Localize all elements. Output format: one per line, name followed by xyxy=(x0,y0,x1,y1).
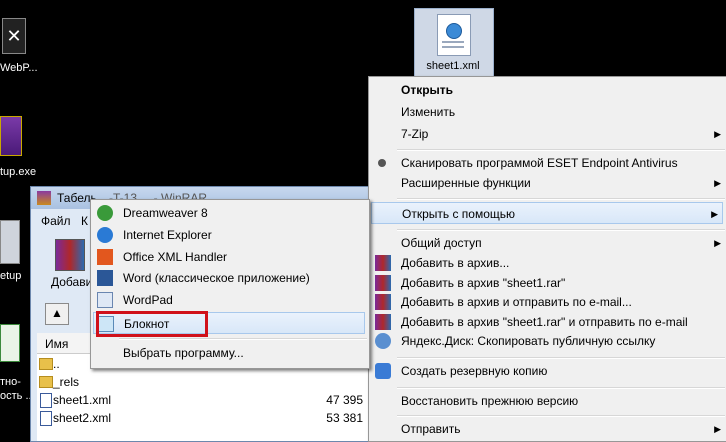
menu-item-open[interactable]: Открыть xyxy=(369,79,725,101)
open-with-dreamweaver[interactable]: Dreamweaver 8 xyxy=(91,202,367,224)
desktop-icon-4[interactable]: тно- ость ... xyxy=(0,320,35,408)
open-with-internet-explorer[interactable]: Internet Explorer xyxy=(91,224,367,246)
menu-item-label: Создать резервную копию xyxy=(401,364,548,378)
file-name: _rels xyxy=(53,375,80,389)
file-row[interactable]: _rels xyxy=(37,373,371,391)
internet-explorer-icon xyxy=(97,227,113,243)
xml-file-icon xyxy=(40,393,52,408)
winrar-icon xyxy=(37,191,51,205)
winrar-books-icon xyxy=(55,239,85,271)
add-button[interactable]: Добави xyxy=(39,237,95,293)
menu-item-7zip[interactable]: 7-Zip ▶ xyxy=(369,123,725,145)
menu-file[interactable]: Файл xyxy=(41,214,71,228)
winrar-icon xyxy=(375,314,391,330)
file-row[interactable]: sheet1.xml 47 395 xyxy=(37,391,371,409)
file-row[interactable]: sheet2.xml 53 381 xyxy=(37,409,371,427)
winrar-icon xyxy=(375,294,391,310)
folder-icon xyxy=(39,358,53,370)
menu-item-label: Общий доступ xyxy=(401,236,482,250)
menu-item-label: Яндекс.Диск: Скопировать публичную ссылк… xyxy=(401,334,656,348)
context-menu: Открыть Изменить 7-Zip ▶ Сканировать прог… xyxy=(368,76,726,442)
spreadsheet-icon xyxy=(0,324,20,362)
xml-file-icon xyxy=(40,411,52,426)
add-button-label: Добави xyxy=(51,275,93,289)
winrar-icon xyxy=(375,275,391,291)
menu-item-label: Добавить в архив... xyxy=(401,256,510,270)
menu-item-label: Изменить xyxy=(401,105,456,119)
desktop-icon-label: WebP... xyxy=(0,62,38,74)
submenu-arrow-icon: ▶ xyxy=(714,424,721,434)
dreamweaver-icon xyxy=(97,205,113,221)
menu-item-label: Расширенные функции xyxy=(401,176,531,190)
desktop-icon-label: etup xyxy=(0,270,22,282)
file-size: 53 381 xyxy=(326,411,363,425)
menu-item-edit[interactable]: Изменить xyxy=(369,101,725,123)
desktop-icon-2[interactable]: tup.exe xyxy=(0,112,37,184)
submenu-arrow-icon: ▶ xyxy=(714,238,721,248)
open-with-word[interactable]: Word (классическое приложение) xyxy=(91,267,367,289)
menu-item-label: Office XML Handler xyxy=(123,250,228,264)
eset-icon xyxy=(378,159,386,167)
menu-item-label: Отправить xyxy=(401,422,461,436)
menu-item-label: Internet Explorer xyxy=(123,228,212,242)
desktop-icon-label: тно- xyxy=(0,376,21,388)
desktop-icon-1[interactable]: ✕ WebP... xyxy=(0,12,38,82)
submenu-arrow-icon: ▶ xyxy=(714,129,721,139)
desktop-icon-label: tup.exe xyxy=(0,166,37,178)
open-with-submenu: Dreamweaver 8 Internet Explorer Office X… xyxy=(90,199,370,369)
file-size: 47 395 xyxy=(326,393,363,407)
setup-icon xyxy=(0,220,20,264)
menu-item-eset-scan[interactable]: Сканировать программой ESET Endpoint Ant… xyxy=(369,152,725,174)
menu-item-restore-version[interactable]: Восстановить прежнюю версию xyxy=(369,390,725,412)
menu-item-open-with[interactable]: Открыть с помощью ▶ xyxy=(371,202,723,224)
arrow-up-icon: ▲ xyxy=(51,306,63,320)
open-with-wordpad[interactable]: WordPad xyxy=(91,289,367,311)
menu-item-advanced[interactable]: Расширенные функции ▶ xyxy=(369,172,725,194)
highlight-box xyxy=(96,311,208,337)
installer-icon xyxy=(0,116,22,156)
menu-item-label: Word (классическое приложение) xyxy=(123,271,310,285)
menu-item-label: Добавить в архив и отправить по e-mail..… xyxy=(401,295,632,309)
app-icon: ✕ xyxy=(2,18,26,54)
xml-file-icon xyxy=(437,14,471,56)
menu-commands[interactable]: К xyxy=(81,214,88,228)
menu-item-label: Сканировать программой ESET Endpoint Ant… xyxy=(401,156,678,170)
office-icon xyxy=(97,249,113,265)
menu-item-add-archive[interactable]: Добавить в архив... xyxy=(369,252,725,274)
desktop-icon-3[interactable]: etup xyxy=(0,216,28,288)
wordpad-icon xyxy=(97,292,113,308)
up-folder-button[interactable]: ▲ xyxy=(45,303,69,325)
menu-item-backup[interactable]: Создать резервную копию xyxy=(369,360,725,382)
file-name: sheet1.xml xyxy=(53,393,112,407)
word-icon xyxy=(97,270,113,286)
backup-icon xyxy=(375,363,391,379)
column-header-label: Имя xyxy=(45,337,69,351)
file-name: .. xyxy=(53,357,60,371)
menu-item-label: Открыть с помощью xyxy=(402,207,516,221)
winrar-icon xyxy=(375,255,391,271)
selected-file-label: sheet1.xml xyxy=(426,60,480,72)
menu-item-label: Dreamweaver 8 xyxy=(123,206,208,220)
menu-item-label: Открыть xyxy=(401,83,454,97)
menu-item-label: Восстановить прежнюю версию xyxy=(401,394,579,408)
folder-icon xyxy=(39,376,53,388)
menu-item-label: WordPad xyxy=(123,293,173,307)
menu-item-add-archive-email[interactable]: Добавить в архив и отправить по e-mail..… xyxy=(369,291,725,313)
yandex-disk-icon xyxy=(375,333,391,349)
submenu-arrow-icon: ▶ xyxy=(714,178,721,188)
menu-item-label: 7-Zip xyxy=(401,127,429,141)
menu-item-label: Выбрать программу... xyxy=(123,346,244,360)
file-name: sheet2.xml xyxy=(53,411,112,425)
menu-item-send-to[interactable]: Отправить ▶ xyxy=(369,418,725,440)
menu-item-yandex-disk[interactable]: Яндекс.Диск: Скопировать публичную ссылк… xyxy=(369,330,725,352)
menu-item-share[interactable]: Общий доступ ▶ xyxy=(369,232,725,254)
open-with-choose-program[interactable]: Выбрать программу... xyxy=(91,342,367,364)
open-with-office-xml-handler[interactable]: Office XML Handler xyxy=(91,246,367,268)
submenu-arrow-icon: ▶ xyxy=(711,209,718,219)
